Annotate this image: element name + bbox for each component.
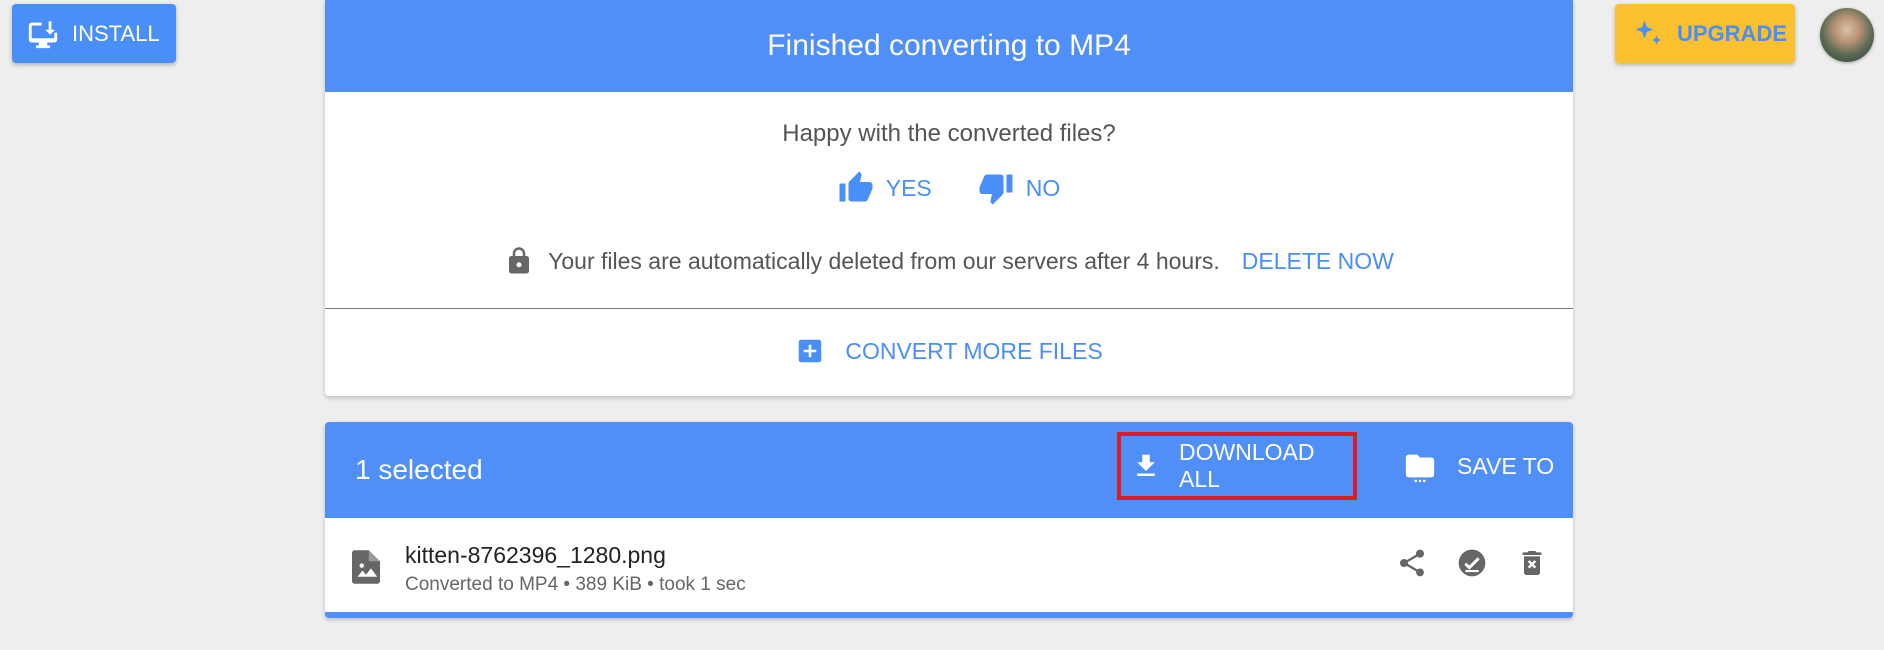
install-button[interactable]: INSTALL: [12, 4, 176, 63]
selected-count: 1 selected: [355, 454, 483, 485]
lock-icon: [504, 244, 534, 278]
privacy-notice: Your files are automatically deleted fro…: [325, 244, 1573, 278]
conversion-result-card: Finished converting to MP4 Happy with th…: [325, 0, 1573, 396]
share-icon[interactable]: [1395, 546, 1429, 580]
feedback-question: Happy with the converted files?: [782, 120, 1116, 147]
folder-icon: [1403, 449, 1437, 483]
check-circle-icon[interactable]: [1455, 546, 1489, 580]
feedback-buttons: YES NO: [325, 170, 1573, 206]
page: INSTALL UPGRADE Finished converting to M…: [0, 0, 1884, 650]
convert-more-files-button[interactable]: CONVERT MORE FILES: [325, 336, 1573, 366]
convert-more-label: CONVERT MORE FILES: [845, 337, 1103, 364]
download-icon: [1131, 449, 1161, 483]
install-label: INSTALL: [72, 20, 160, 46]
no-label: NO: [1025, 174, 1061, 201]
thumb-down-icon: [978, 170, 1014, 206]
file-row[interactable]: kitten-8762396_1280.png Converted to MP4…: [325, 518, 1573, 610]
file-list-card: 1 selected DOWNLOAD ALL SAVE TO kitten-8…: [325, 422, 1573, 618]
file-meta: Converted to MP4 • 389 KiB • took 1 sec: [405, 574, 746, 595]
avatar[interactable]: [1820, 8, 1874, 62]
thumb-up-icon: [838, 170, 874, 206]
add-box-icon: [795, 336, 825, 366]
file-name: kitten-8762396_1280.png: [405, 542, 666, 568]
upgrade-label: UPGRADE: [1677, 20, 1788, 46]
delete-now-link[interactable]: DELETE NOW: [1242, 248, 1394, 275]
upgrade-button[interactable]: UPGRADE: [1615, 4, 1795, 63]
download-all-button[interactable]: DOWNLOAD ALL: [1117, 432, 1357, 500]
result-title: Finished converting to MP4: [325, 0, 1573, 92]
save-to-label: SAVE TO: [1457, 452, 1555, 479]
divider: [325, 308, 1573, 309]
install-desktop-icon: [26, 17, 60, 51]
save-to-button[interactable]: SAVE TO: [1403, 432, 1554, 500]
privacy-text: Your files are automatically deleted fro…: [548, 247, 1220, 274]
no-button[interactable]: NO: [978, 170, 1061, 206]
file-progress-bar: [325, 612, 1573, 618]
yes-button[interactable]: YES: [838, 170, 932, 206]
download-all-label: DOWNLOAD ALL: [1179, 439, 1315, 492]
image-file-icon: [352, 550, 380, 584]
yes-label: YES: [885, 174, 932, 201]
sparkle-icon: [1631, 16, 1667, 52]
file-toolbar: 1 selected DOWNLOAD ALL SAVE TO: [325, 422, 1573, 518]
delete-icon[interactable]: [1515, 546, 1549, 580]
